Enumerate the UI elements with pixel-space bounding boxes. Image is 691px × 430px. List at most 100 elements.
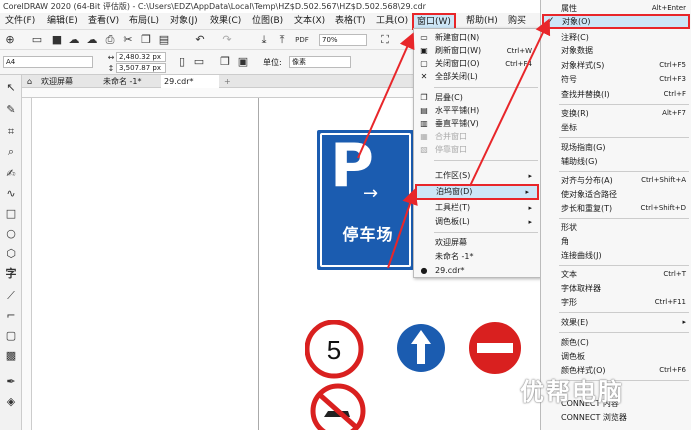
units-select[interactable]: 像素: [289, 56, 351, 68]
current-page-icon[interactable]: ▣: [236, 55, 250, 69]
menu-item-merge-windows[interactable]: ▦ 合并窗口: [414, 131, 540, 143]
shape-tool-icon[interactable]: ✎: [4, 103, 18, 117]
docker-symbols[interactable]: 符号 Ctrl+F3: [541, 73, 691, 86]
docker-shaping[interactable]: 形状: [541, 221, 691, 234]
undo-icon[interactable]: ↶: [193, 33, 207, 47]
zoom-select[interactable]: 70%: [319, 34, 367, 46]
page-height-input[interactable]: 3,507.87 px: [116, 63, 166, 73]
straight-ahead-sign[interactable]: [393, 320, 449, 376]
menu-item-tile-horizontal[interactable]: ▤ 水平平铺(H): [414, 105, 540, 117]
docker-join-curves[interactable]: 连接曲线(J): [541, 249, 691, 262]
menu-edit[interactable]: 编辑(E): [47, 15, 78, 28]
cloud-download-icon[interactable]: ☁: [85, 33, 99, 47]
docker-font-playground[interactable]: 字体取样器: [541, 282, 691, 295]
polygon-tool-icon[interactable]: ⬡: [4, 247, 18, 261]
cloud-upload-icon[interactable]: ☁: [67, 33, 81, 47]
docker-guidelines[interactable]: 辅助线(G): [541, 155, 691, 168]
menu-item-toolbars[interactable]: 工具栏(T) ▸: [414, 202, 540, 214]
menu-tools[interactable]: 工具(O): [376, 15, 408, 28]
docker-text[interactable]: 文本 Ctrl+T: [541, 268, 691, 281]
paste-icon[interactable]: ▤: [157, 33, 171, 47]
docker-connect-browser[interactable]: CONNECT 浏览器: [541, 411, 691, 424]
menu-table[interactable]: 表格(T): [335, 15, 366, 28]
zoom-tool-icon[interactable]: ⌕: [4, 145, 18, 159]
menu-item-new-window[interactable]: ▭ 新建窗口(N): [414, 32, 540, 44]
docker-object-styles[interactable]: 对象样式(S) Ctrl+F5: [541, 59, 691, 72]
docker-objects[interactable]: ✓ 对象(O): [542, 14, 690, 29]
docker-palettes[interactable]: 调色板: [541, 350, 691, 363]
menu-view[interactable]: 查看(V): [88, 15, 119, 28]
portrait-icon[interactable]: ▯: [175, 55, 189, 69]
transparency-icon[interactable]: ▩: [4, 349, 18, 363]
menu-item-untitled[interactable]: 未命名 -1*: [414, 251, 540, 263]
copy-icon[interactable]: ❐: [139, 33, 153, 47]
tab-home-icon[interactable]: ⌂: [24, 75, 32, 88]
docker-align-distribute[interactable]: 对齐与分布(A) Ctrl+Shift+A: [541, 174, 691, 187]
full-screen-icon[interactable]: ⛶: [378, 33, 392, 47]
export-icon[interactable]: ⤒: [275, 33, 289, 47]
parallel-dimension-icon[interactable]: ⟋: [4, 289, 18, 303]
docker-corner[interactable]: 角: [541, 235, 691, 248]
speed-limit-sign[interactable]: 5: [305, 320, 365, 380]
parking-sign[interactable]: P → 停车场: [317, 130, 414, 270]
eyedropper-icon[interactable]: ✒: [4, 375, 18, 389]
menu-item-tile-vertical[interactable]: ▥ 垂直平铺(V): [414, 118, 540, 130]
tab-welcome[interactable]: 欢迎屏幕: [38, 75, 73, 88]
menu-item-close-window[interactable]: ▢ 关闭窗口(O) Ctrl+F4: [414, 58, 540, 70]
docker-glyphs[interactable]: 字形 Ctrl+F11: [541, 296, 691, 309]
freehand-tool-icon[interactable]: ✍: [4, 167, 18, 181]
menu-item-refresh-window[interactable]: ▣ 刷新窗口(W) Ctrl+W: [414, 45, 540, 57]
docker-notes[interactable]: 注释(C): [541, 31, 691, 44]
menu-item-29-cdr[interactable]: ● 29.cdr*: [414, 265, 540, 277]
cut-icon[interactable]: ✂: [121, 33, 135, 47]
text-tool-icon[interactable]: 字: [4, 267, 18, 281]
menu-item-close-all[interactable]: ✕ 全部关闭(L): [414, 71, 540, 83]
tab-29-cdr[interactable]: 29.cdr*: [161, 75, 219, 88]
docker-hints[interactable]: 现场指南(G): [541, 141, 691, 154]
add-tab-icon[interactable]: +: [221, 75, 231, 88]
drop-shadow-icon[interactable]: ▢: [4, 329, 18, 343]
fill-tool-icon[interactable]: ◈: [4, 395, 18, 409]
menu-item-welcome-screen[interactable]: 欢迎屏幕: [414, 237, 540, 249]
pick-tool-icon[interactable]: ↖: [4, 81, 18, 95]
menu-buy[interactable]: 购买: [508, 15, 526, 28]
no-overtaking-sign[interactable]: [310, 383, 366, 430]
menu-item-workspace[interactable]: 工作区(S) ▸: [414, 170, 540, 182]
docker-object-data[interactable]: 对象数据: [541, 44, 691, 57]
crop-tool-icon[interactable]: ⌗: [4, 125, 18, 139]
docker-effects[interactable]: 效果(E) ▸: [541, 316, 691, 329]
docker-transform[interactable]: 变换(R) Alt+F7: [541, 107, 691, 120]
docker-coordinates[interactable]: 坐标: [541, 121, 691, 134]
no-entry-sign[interactable]: [466, 319, 524, 377]
redo-icon[interactable]: ↷: [220, 33, 234, 47]
page-size-select[interactable]: A4: [3, 56, 93, 68]
connector-tool-icon[interactable]: ⌐: [4, 309, 18, 323]
rectangle-tool-icon[interactable]: □: [4, 207, 18, 221]
tab-untitled[interactable]: 未命名 -1*: [100, 75, 142, 88]
menu-effects[interactable]: 效果(C): [210, 15, 241, 28]
docker-fit-to-path[interactable]: 使对象适合路径: [541, 188, 691, 201]
menu-item-dockers[interactable]: 泊坞窗(D) ▸: [415, 184, 539, 200]
docker-find-replace[interactable]: 查找并替换(I) Ctrl+F: [541, 88, 691, 101]
menu-bitmaps[interactable]: 位图(B): [252, 15, 283, 28]
all-pages-icon[interactable]: ❐: [218, 55, 232, 69]
new-document-icon[interactable]: ⊕: [3, 33, 17, 47]
print-icon[interactable]: ⎙: [103, 33, 117, 47]
save-icon[interactable]: ■: [50, 33, 64, 47]
menu-item-cascade[interactable]: ❐ 层叠(C): [414, 92, 540, 104]
menu-item-dock-windows[interactable]: ▧ 停靠窗口: [414, 144, 540, 156]
open-icon[interactable]: ▭: [30, 33, 44, 47]
menu-layout[interactable]: 布局(L): [129, 15, 159, 28]
menu-help[interactable]: 帮助(H): [466, 15, 498, 28]
menu-item-palettes[interactable]: 调色板(L) ▸: [414, 216, 540, 228]
import-icon[interactable]: ⤓: [257, 33, 271, 47]
menu-file[interactable]: 文件(F): [5, 15, 35, 28]
pdf-icon[interactable]: PDF: [295, 33, 309, 47]
menu-text[interactable]: 文本(X): [294, 15, 325, 28]
docker-color[interactable]: 颜色(C): [541, 336, 691, 349]
menu-object[interactable]: 对象(J): [170, 15, 198, 28]
ellipse-tool-icon[interactable]: ○: [4, 227, 18, 241]
landscape-icon[interactable]: ▭: [192, 55, 206, 69]
page-width-input[interactable]: 2,480.32 px: [116, 52, 166, 62]
docker-step-repeat[interactable]: 步长和重复(T) Ctrl+Shift+D: [541, 202, 691, 215]
